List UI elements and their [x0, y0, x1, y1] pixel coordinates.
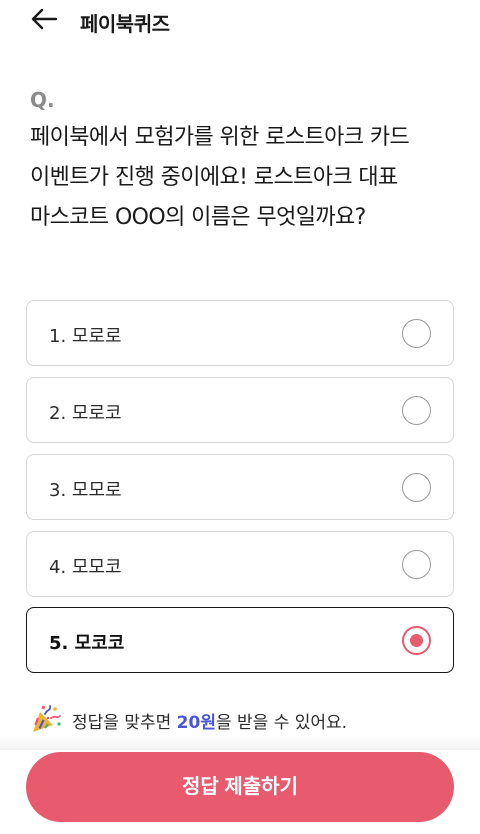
answer-option-3[interactable]: 3. 모모로 [26, 454, 454, 520]
quiz-screen: 페이북퀴즈 Q. 페이북에서 모험가를 위한 로스트아크 카드 이벤트가 진행 … [0, 0, 480, 834]
top-bar: 페이북퀴즈 [0, 0, 480, 42]
notice-suffix: 을 받을 수 있어요. [215, 713, 348, 733]
question-text: 페이북에서 모험가를 위한 로스트아크 카드 이벤트가 진행 중이에요! 로스트… [30, 125, 410, 230]
option-label: 2. 모로코 [49, 403, 122, 424]
notice-prefix: 정답을 맞추면 [72, 713, 177, 733]
arrow-left-icon [31, 8, 58, 30]
option-label: 1. 모로로 [49, 326, 122, 347]
radio-button[interactable] [402, 396, 431, 425]
radio-button[interactable] [402, 473, 431, 502]
option-label: 4. 모모코 [49, 557, 122, 578]
answer-option-4[interactable]: 4. 모모코 [26, 531, 454, 597]
answer-option-5[interactable]: 5. 모코코 [26, 607, 454, 673]
reward-notice-text: 정답을 맞추면 20원을 받을 수 있어요. [72, 708, 347, 733]
reward-notice: 정답을 맞추면 20원을 받을 수 있어요. [30, 704, 460, 734]
radio-selected-dot [410, 634, 423, 647]
radio-button-selected[interactable] [402, 626, 431, 655]
button-area-shadow [0, 736, 480, 750]
back-button[interactable] [28, 4, 62, 34]
reward-amount: 20원 [176, 713, 216, 733]
answer-option-2[interactable]: 2. 모로코 [26, 377, 454, 443]
submit-answer-button[interactable]: 정답 제출하기 [26, 752, 454, 822]
page-title: 페이북퀴즈 [80, 12, 170, 36]
answer-option-1[interactable]: 1. 모로로 [26, 300, 454, 366]
radio-button[interactable] [402, 319, 431, 348]
option-label: 3. 모모로 [49, 480, 122, 501]
question-label: Q. [30, 88, 55, 112]
radio-button[interactable] [402, 550, 431, 579]
option-label: 5. 모코코 [49, 633, 125, 654]
party-popper-icon [33, 705, 61, 732]
